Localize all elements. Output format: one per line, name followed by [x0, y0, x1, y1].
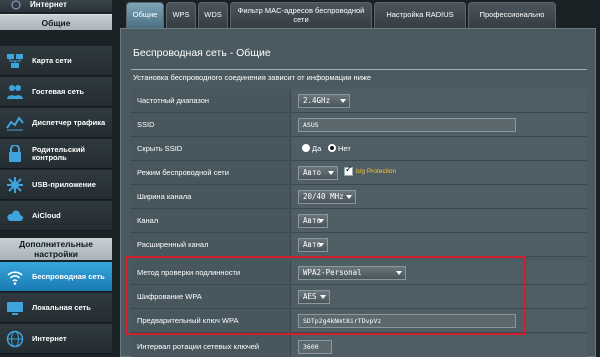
row-channel: Канал Авто [131, 209, 587, 233]
chevron-down-icon [346, 195, 352, 199]
wireless-mode-label: Режим беспроводной сети [131, 161, 291, 185]
chevron-down-icon [318, 219, 324, 223]
sidebar-item-label: Локальная сеть [32, 302, 91, 312]
band-select[interactable]: 2.4GHz [298, 94, 350, 108]
usb-app-icon [7, 177, 23, 193]
sidebar-item-internet-top[interactable]: Интернет [0, 0, 112, 12]
sidebar-item-internet[interactable]: Интернет [0, 324, 112, 354]
page-notice: Установка беспроводного соединения завис… [133, 73, 372, 82]
aicloud-icon [7, 210, 24, 221]
band-value: 2.4GHz [303, 96, 331, 105]
sidebar-item-network-map[interactable]: Карта сети [0, 46, 112, 76]
band-label: Частотный диапазон [131, 89, 291, 113]
ssid-input[interactable]: ASUS [298, 118, 516, 132]
sidebar-item-label: Гостевая сеть [32, 86, 85, 96]
sidebar-item-lan[interactable]: Локальная сеть [0, 293, 112, 323]
channel-width-value: 20/40 MHz [303, 192, 344, 201]
sidebar-item-label: Родительский контроль [32, 144, 86, 162]
sidebar-item-parental-control[interactable]: Родительский контроль [0, 139, 112, 169]
row-wireless-mode: Режим беспроводной сети Авто b/g Protect… [131, 161, 587, 185]
sidebar-item-traffic-manager[interactable]: Диспетчер трафика [0, 108, 112, 138]
bg-protection-label: b/g Protection [356, 168, 397, 175]
sidebar-item-guest-network[interactable]: Гостевая сеть [0, 77, 112, 107]
wireless-mode-select[interactable]: Авто [298, 166, 338, 180]
sidebar-item-usb-app[interactable]: USB-приложение [0, 170, 112, 200]
internet-icon [11, 0, 21, 10]
sidebar-group-advanced: Дополнительные настройки [0, 238, 112, 260]
sidebar-item-label: Беспроводная сеть [32, 271, 105, 281]
sidebar-item-label: USB-приложение [32, 179, 96, 189]
channel-width-label: Ширина канала [131, 185, 291, 209]
bg-protection-checkbox[interactable] [344, 165, 353, 176]
wireless-icon [7, 271, 23, 285]
key-rotation-input[interactable]: 3600 [298, 340, 332, 354]
row-band: Частотный диапазон 2.4GHz [131, 89, 587, 113]
guest-network-icon [7, 85, 23, 99]
sidebar-item-aicloud[interactable]: AiCloud [0, 201, 112, 231]
tab-general[interactable]: Общие [126, 2, 164, 28]
chevron-down-icon [318, 243, 324, 247]
sidebar-item-wireless[interactable]: Беспроводная сеть [0, 262, 112, 292]
divider [131, 69, 587, 70]
wireless-mode-value: Авто [303, 168, 322, 177]
parental-control-icon [9, 145, 21, 162]
hide-ssid-yes-radio[interactable] [302, 144, 310, 152]
key-rotation-label: Интервал ротации сетевых ключей [131, 335, 291, 357]
sidebar-item-label: AiCloud [32, 210, 61, 220]
tab-professional[interactable]: Профессионально [468, 2, 556, 28]
row-ext-channel: Расширенный канал Авто [131, 233, 587, 257]
sidebar-item-label: Карта сети [32, 55, 72, 65]
sidebar-item-label: Интернет [30, 0, 67, 9]
hide-ssid-no-radio[interactable] [328, 144, 336, 152]
hide-ssid-no-label: Нет [338, 144, 351, 153]
hide-ssid-yes-label: Да [312, 144, 322, 153]
network-map-icon [7, 54, 23, 68]
ext-channel-select[interactable]: Авто [298, 238, 328, 252]
row-channel-width: Ширина канала 20/40 MHz [131, 185, 587, 209]
tab-mac-filter[interactable]: Фильтр MAC-адресов беспроводной сети [230, 2, 372, 28]
sidebar: Интернет Общие Карта сети Гостевая сеть … [0, 0, 112, 357]
globe-icon [6, 330, 24, 348]
tab-wps[interactable]: WPS [166, 2, 196, 28]
sidebar-item-label: Интернет [32, 333, 67, 343]
page-title: Беспроводная сеть - Общие [133, 47, 271, 59]
tab-radius[interactable]: Настройка RADIUS [374, 2, 466, 28]
highlight-box [126, 256, 526, 335]
row-hide-ssid: Скрыть SSID Да Нет [131, 137, 587, 161]
row-key-rotation: Интервал ротации сетевых ключей 3600 [131, 335, 587, 357]
row-ssid: SSID ASUS [131, 113, 587, 137]
chevron-down-icon [328, 171, 334, 175]
sidebar-group-general: Общие [0, 14, 112, 30]
channel-width-select[interactable]: 20/40 MHz [298, 190, 356, 204]
ssid-label: SSID [131, 113, 291, 137]
chevron-down-icon [340, 99, 346, 103]
channel-label: Канал [131, 209, 291, 233]
traffic-manager-icon [6, 116, 24, 131]
channel-select[interactable]: Авто [298, 214, 328, 228]
lan-icon [7, 302, 23, 315]
hide-ssid-label: Скрыть SSID [131, 137, 291, 161]
sidebar-item-label: Диспетчер трафика [32, 117, 106, 127]
tab-wds[interactable]: WDS [198, 2, 228, 28]
ext-channel-label: Расширенный канал [131, 233, 291, 257]
